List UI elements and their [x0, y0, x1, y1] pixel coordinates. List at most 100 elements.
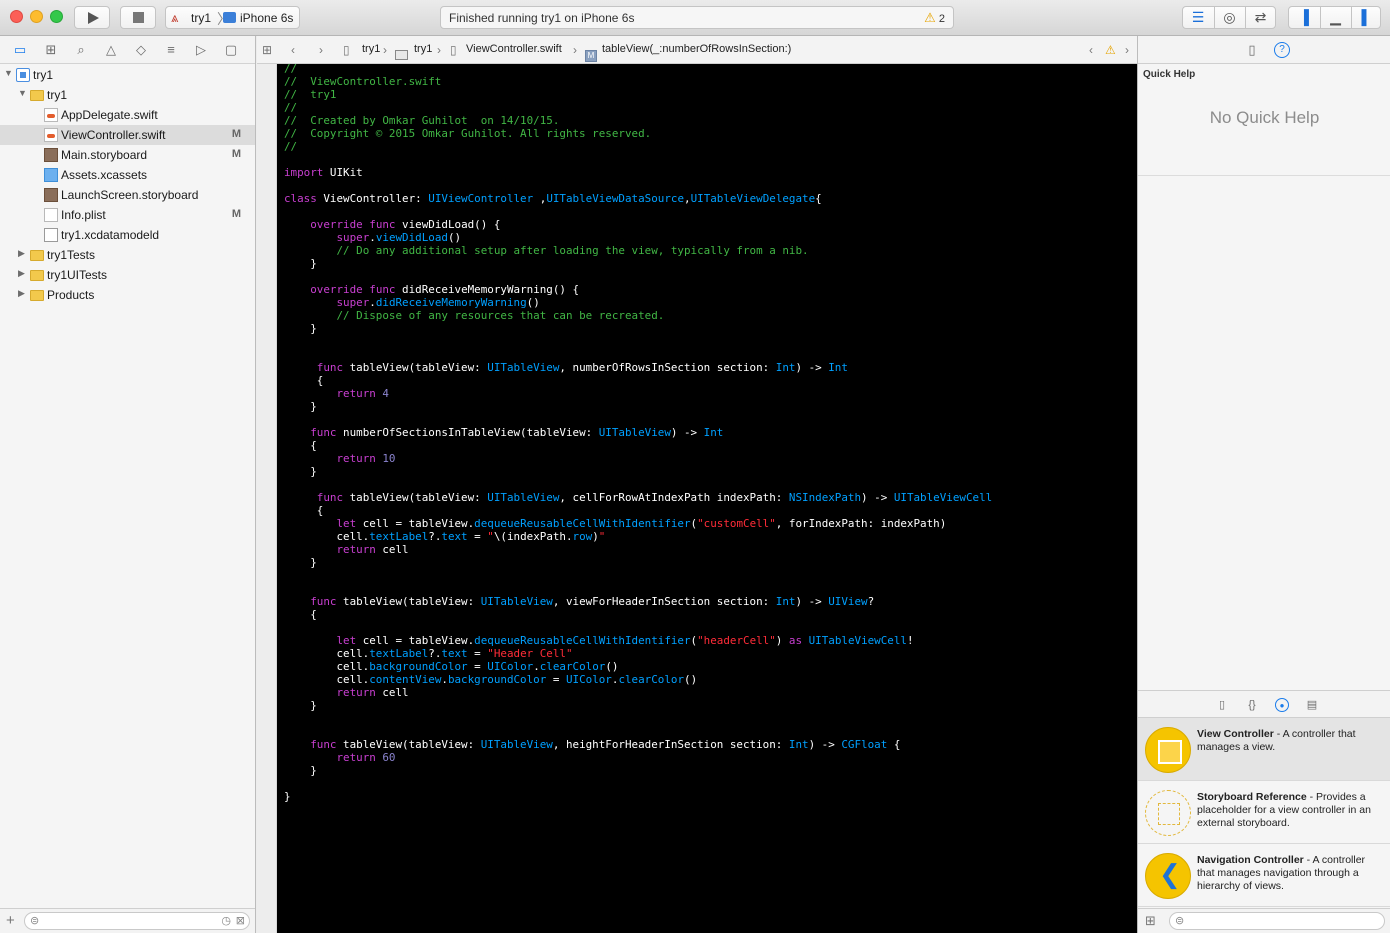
code-line[interactable]: import UIKit [284, 166, 1134, 179]
quick-help-inspector-icon[interactable]: ? [1274, 42, 1290, 58]
previous-issue-chevron-icon[interactable]: ‹ [1089, 43, 1093, 57]
navigator-item[interactable]: ▼ try1 [0, 85, 255, 105]
code-line[interactable]: // Dispose of any resources that can be … [284, 309, 1134, 322]
navigator-item[interactable]: Main.storyboard M [0, 145, 255, 165]
navigator-item[interactable]: try1.xcdatamodeld [0, 225, 255, 245]
code-line[interactable]: // Created by Omkar Guhilot on 14/10/15. [284, 114, 1134, 127]
test-navigator-diamond-icon[interactable]: ◇ [132, 41, 150, 59]
disclosure-collapsed-icon[interactable]: ▶ [18, 268, 25, 279]
navigator-item[interactable]: ▼ try1 [0, 65, 255, 85]
breakpoint-navigator-icon[interactable]: ▷ [192, 41, 210, 59]
code-line[interactable] [284, 348, 1134, 361]
issue-navigator-warning-icon[interactable]: △ [102, 41, 120, 59]
code-line[interactable] [284, 205, 1134, 218]
jumpbar-project[interactable]: try1 [362, 43, 380, 55]
code-line[interactable] [284, 777, 1134, 790]
code-line[interactable]: cell.contentView.backgroundColor = UICol… [284, 673, 1134, 686]
code-line[interactable]: cell.backgroundColor = UIColor.clearColo… [284, 660, 1134, 673]
stop-button[interactable] [120, 6, 156, 29]
navigator-filter-input[interactable]: ⊜ ◷ ⊠ [24, 912, 250, 930]
navigator-item[interactable]: LaunchScreen.storyboard [0, 185, 255, 205]
jumpbar-symbol[interactable]: tableView(_:numberOfRowsInSection:) [602, 43, 791, 55]
library-item[interactable]: View Controller - A controller that mana… [1138, 718, 1390, 781]
code-line[interactable] [284, 478, 1134, 491]
media-library-icon[interactable]: ▤ [1305, 698, 1319, 712]
code-line[interactable]: return 60 [284, 751, 1134, 764]
warning-indicator[interactable]: ⚠ 2 [924, 10, 945, 26]
code-line[interactable] [284, 569, 1134, 582]
disclosure-expanded-icon[interactable]: ▼ [4, 68, 13, 78]
code-line[interactable]: cell.textLabel?.text = "\(indexPath.row)… [284, 530, 1134, 543]
code-line[interactable]: func tableView(tableView: UITableView, v… [284, 595, 1134, 608]
code-line[interactable]: { [284, 608, 1134, 621]
code-line[interactable]: // try1 [284, 88, 1134, 101]
file-template-library-icon[interactable]: ▯ [1215, 698, 1229, 712]
zoom-window-button[interactable] [50, 10, 63, 23]
code-line[interactable]: } [284, 322, 1134, 335]
code-line[interactable] [284, 712, 1134, 725]
code-line[interactable]: { [284, 374, 1134, 387]
code-line[interactable]: let cell = tableView.dequeueReusableCell… [284, 634, 1134, 647]
recent-files-clock-icon[interactable]: ◷ [221, 914, 231, 927]
code-line[interactable]: override func viewDidLoad() { [284, 218, 1134, 231]
standard-editor-icon[interactable]: ☰ [1183, 7, 1213, 28]
close-window-button[interactable] [10, 10, 23, 23]
jumpbar-group[interactable]: try1 [414, 43, 432, 55]
code-line[interactable] [284, 153, 1134, 166]
code-line[interactable]: // Do any additional setup after loading… [284, 244, 1134, 257]
code-line[interactable] [284, 270, 1134, 283]
file-inspector-document-icon[interactable]: ▯ [1244, 42, 1260, 58]
code-line[interactable]: func tableView(tableView: UITableView, n… [284, 361, 1134, 374]
code-line[interactable] [284, 335, 1134, 348]
toggle-debug-area-icon[interactable]: ▁ [1320, 7, 1350, 28]
code-line[interactable]: } [284, 556, 1134, 569]
source-editor[interactable]: //// ViewController.swift// try1//// Cre… [257, 62, 1137, 933]
disclosure-expanded-icon[interactable]: ▼ [18, 88, 27, 98]
debug-navigator-icon[interactable]: ≡ [162, 41, 180, 59]
code-line[interactable]: // Copyright © 2015 Omkar Guhilot. All r… [284, 127, 1134, 140]
code-line[interactable]: { [284, 439, 1134, 452]
grid-view-icon[interactable]: ⊞ [1145, 913, 1156, 929]
device-name[interactable]: iPhone 6s [240, 11, 293, 25]
code-line[interactable]: return cell [284, 686, 1134, 699]
code-line[interactable]: } [284, 400, 1134, 413]
related-items-grid-icon[interactable]: ⊞ [262, 43, 272, 57]
navigator-item[interactable]: ▶ try1Tests [0, 245, 255, 265]
code-line[interactable]: } [284, 764, 1134, 777]
code-line[interactable]: } [284, 790, 1134, 803]
code-line[interactable] [284, 179, 1134, 192]
code-line[interactable]: // [284, 101, 1134, 114]
find-navigator-search-icon[interactable]: ⌕ [72, 41, 90, 59]
navigator-item[interactable]: Assets.xcassets [0, 165, 255, 185]
code-line[interactable] [284, 413, 1134, 426]
library-filter-input[interactable]: ⊜ [1169, 912, 1385, 930]
assistant-editor-icon[interactable]: ◎ [1214, 7, 1244, 28]
code-line[interactable]: { [284, 504, 1134, 517]
report-navigator-icon[interactable]: ▢ [222, 41, 240, 59]
scheme-selector[interactable]: ⩓ try1 〉 iPhone 6s [165, 6, 300, 29]
code-line[interactable] [284, 621, 1134, 634]
code-line[interactable] [284, 582, 1134, 595]
code-snippet-library-icon[interactable]: {} [1245, 698, 1259, 712]
code-line[interactable]: // [284, 140, 1134, 153]
code-line[interactable]: class ViewController: UIViewController ,… [284, 192, 1134, 205]
code-line[interactable]: cell.textLabel?.text = "Header Cell" [284, 647, 1134, 660]
code-line[interactable]: } [284, 465, 1134, 478]
code-line[interactable]: func tableView(tableView: UITableView, h… [284, 738, 1134, 751]
code-line[interactable]: override func didReceiveMemoryWarning() … [284, 283, 1134, 296]
back-chevron-icon[interactable]: ‹ [291, 43, 295, 57]
forward-chevron-icon[interactable]: › [319, 43, 323, 57]
add-file-plus-icon[interactable]: + [6, 912, 15, 929]
project-navigator-folder-icon[interactable]: ▭ [11, 41, 29, 59]
code-line[interactable]: // ViewController.swift [284, 75, 1134, 88]
code-line[interactable]: // [284, 62, 1134, 75]
toggle-navigator-icon[interactable]: ▐ [1289, 7, 1319, 28]
code-line[interactable] [284, 725, 1134, 738]
code-line[interactable]: } [284, 699, 1134, 712]
code-line[interactable]: return 10 [284, 452, 1134, 465]
code-line[interactable]: return cell [284, 543, 1134, 556]
library-item[interactable]: Storyboard Reference - Provides a placeh… [1138, 781, 1390, 844]
navigator-item[interactable]: Info.plist M [0, 205, 255, 225]
next-issue-chevron-icon[interactable]: › [1125, 43, 1129, 57]
minimize-window-button[interactable] [30, 10, 43, 23]
